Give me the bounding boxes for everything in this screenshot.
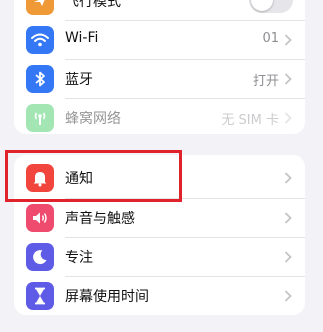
chevron-right-icon — [284, 290, 292, 302]
speaker-icon — [26, 204, 54, 232]
wifi-label: Wi-Fi — [65, 30, 99, 46]
toggle-knob — [251, 0, 273, 11]
screen-time-label: 屏幕使用时间 — [65, 289, 149, 305]
airplane-mode-row[interactable]: 飞行模式 — [14, 0, 305, 20]
highlight-box — [5, 150, 182, 202]
sounds-haptics-label: 声音与触感 — [65, 211, 135, 227]
focus-row[interactable]: 专注 — [14, 238, 305, 276]
focus-label: 专注 — [65, 250, 93, 266]
bluetooth-label: 蓝牙 — [65, 72, 93, 88]
chevron-right-icon — [284, 212, 292, 224]
chevron-right-icon — [284, 251, 292, 263]
sounds-haptics-row[interactable]: 声音与触感 — [14, 199, 305, 237]
antenna-icon — [26, 104, 54, 132]
airplane-icon — [26, 0, 54, 15]
cellular-label: 蜂窝网络 — [65, 111, 121, 127]
hourglass-icon — [26, 282, 54, 310]
connectivity-group: 飞行模式 Wi-Fi 01 蓝牙 打开 蜂窝网络 无 SIM 卡 — [14, 0, 305, 134]
chevron-right-icon — [284, 112, 292, 124]
wifi-icon — [26, 26, 54, 54]
airplane-mode-label: 飞行模式 — [65, 0, 121, 10]
bluetooth-row[interactable]: 蓝牙 打开 — [14, 60, 305, 98]
wifi-row[interactable]: Wi-Fi 01 — [14, 21, 305, 59]
bluetooth-value: 打开 — [252, 74, 279, 89]
chevron-right-icon — [284, 73, 292, 85]
moon-icon — [26, 243, 54, 271]
chevron-right-icon — [284, 172, 292, 184]
airplane-mode-toggle[interactable] — [249, 0, 293, 13]
bluetooth-icon — [26, 65, 54, 93]
screen-time-row[interactable]: 屏幕使用时间 — [14, 277, 305, 315]
cellular-row[interactable]: 蜂窝网络 无 SIM 卡 — [14, 99, 305, 134]
wifi-value: 01 — [262, 31, 279, 46]
cellular-value: 无 SIM 卡 — [221, 113, 279, 128]
chevron-right-icon — [284, 34, 292, 46]
